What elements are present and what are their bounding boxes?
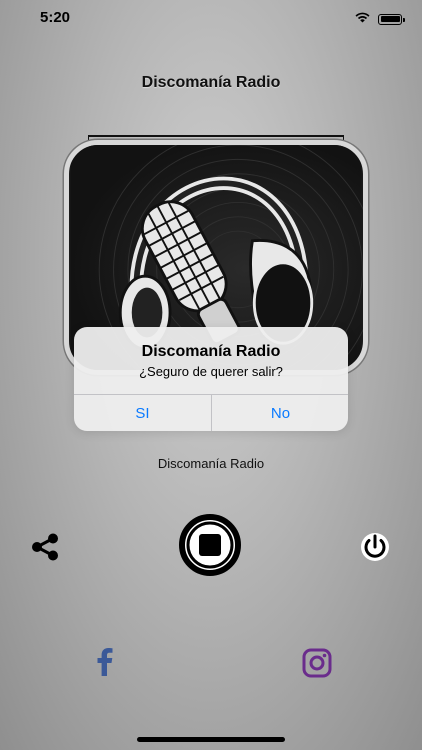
share-icon xyxy=(32,533,58,561)
home-indicator[interactable] xyxy=(137,737,285,742)
share-button[interactable] xyxy=(30,533,60,561)
stop-button[interactable] xyxy=(178,513,242,577)
power-icon xyxy=(361,533,389,561)
power-button[interactable] xyxy=(360,532,390,562)
app-title: Discomanía Radio xyxy=(141,74,281,91)
alert-title: Discomanía Radio xyxy=(141,343,281,360)
instagram-button[interactable] xyxy=(302,648,332,678)
instagram-icon xyxy=(302,648,332,678)
alert-message: ¿Seguro de querer salir? xyxy=(139,364,283,379)
station-name: Discomanía Radio xyxy=(157,456,265,471)
stop-icon xyxy=(179,514,241,576)
battery-icon xyxy=(378,13,405,25)
alert-yes-button[interactable]: SI xyxy=(74,395,211,431)
wifi-icon xyxy=(354,10,371,28)
alert-no-button[interactable]: No xyxy=(212,395,348,431)
status-time: 5:20 xyxy=(40,9,71,26)
facebook-button[interactable] xyxy=(93,647,117,677)
exit-alert: Discomanía Radio ¿Seguro de querer salir… xyxy=(74,327,348,431)
facebook-icon xyxy=(97,648,113,676)
status-icons xyxy=(354,10,405,28)
